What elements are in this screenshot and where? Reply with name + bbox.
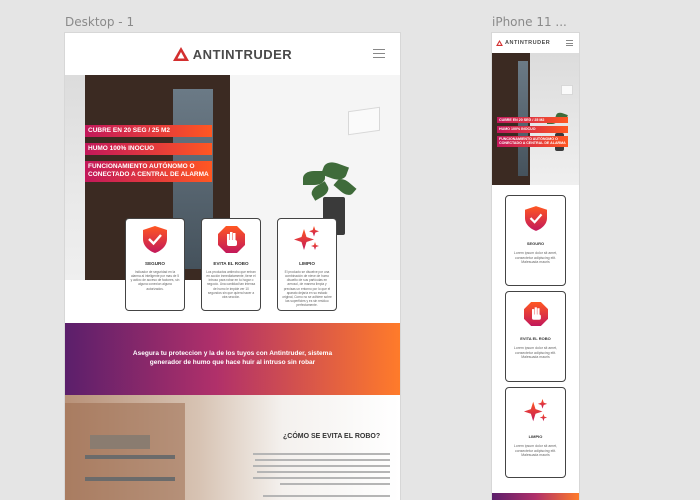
sparkle-icon <box>523 398 549 424</box>
feature-title: EVITA EL ROBO <box>213 261 249 266</box>
brand-mark-icon <box>172 47 189 61</box>
hero-tags: CUBRE EN 20 SEG / 25 M2 HUMO 100% INOCUO… <box>497 117 568 147</box>
shield-check-icon <box>143 225 167 253</box>
site-header: ANTINTRUDER <box>65 33 400 75</box>
feature-text: El producto se disuelve por una combinac… <box>282 270 332 308</box>
brick-wall <box>65 403 185 500</box>
feature-title: SEGURO <box>526 241 545 246</box>
feature-cards: SEGURO Indicador de seguridad en la alar… <box>125 218 337 311</box>
stop-hand-icon <box>523 302 548 326</box>
sparkle-icon <box>293 225 321 253</box>
mobile-banner-strip <box>492 493 579 500</box>
hero-tag: FUNCIONAMIENTO AUTÓNOMO O CONECTADO A CE… <box>85 161 212 182</box>
desktop-frame-label[interactable]: Desktop - 1 <box>65 15 134 29</box>
feature-card-evita-el-robo[interactable]: EVITA EL ROBO Los productos antirrobo qu… <box>201 218 261 311</box>
feature-text: Lorem ipsum dolor sit amet, consectetur … <box>513 444 558 458</box>
feature-title: LIMPIO <box>528 434 543 439</box>
shelf-items <box>90 435 150 449</box>
section-title: ¿CÓMO SE EVITA EL ROBO? <box>283 433 381 440</box>
text-line <box>253 465 390 467</box>
text-line <box>253 477 390 479</box>
menu-icon[interactable] <box>566 40 573 46</box>
desktop-artboard[interactable]: ANTINTRUDER CUBRE EN 20 SEG / 25 M2 HUMO… <box>65 33 400 500</box>
hero-tags: CUBRE EN 20 SEG / 25 M2 HUMO 100% INOCUO… <box>85 125 212 182</box>
iphone-frame-label[interactable]: iPhone 11 ... <box>492 15 567 29</box>
feature-text: Los productos antirrobo que entran en ac… <box>206 270 256 299</box>
text-line <box>253 453 390 455</box>
device-image <box>561 85 573 95</box>
feature-card-seguro[interactable]: SEGURO Indicador de seguridad en la alar… <box>125 218 185 311</box>
hero-image: CUBRE EN 20 SEG / 25 M2 HUMO 100% INOCUO… <box>492 53 579 185</box>
feature-text: Lorem ipsum dolor sit amet, consectetur … <box>513 346 558 360</box>
brand-mark-icon <box>496 40 503 46</box>
promo-banner: Asegura tu proteccion y la de los tuyos … <box>65 323 400 395</box>
menu-icon[interactable] <box>373 49 385 58</box>
text-line <box>280 483 390 485</box>
hero-tag: FUNCIONAMIENTO AUTÓNOMO O CONECTADO A CE… <box>497 135 568 147</box>
stop-hand-icon <box>217 225 245 253</box>
promo-banner-text: Asegura tu proteccion y la de los tuyos … <box>132 350 333 366</box>
feature-title: LIMPIO <box>299 261 315 266</box>
mobile-header: ANTINTRUDER <box>492 33 579 53</box>
text-line <box>263 495 390 497</box>
feature-card-limpio[interactable]: LIMPIO Lorem ipsum dolor sit amet, conse… <box>505 387 566 478</box>
feature-text: Lorem ipsum dolor sit amet, consectetur … <box>513 251 558 265</box>
brand-logo[interactable]: ANTINTRUDER <box>172 46 293 62</box>
feature-title: EVITA EL ROBO <box>520 336 551 341</box>
text-line <box>255 459 390 461</box>
brand-name: ANTINTRUDER <box>192 46 293 62</box>
feature-card-evita-el-robo[interactable]: EVITA EL ROBO Lorem ipsum dolor sit amet… <box>505 291 566 382</box>
device-image <box>348 106 380 136</box>
feature-card-seguro[interactable]: SEGURO Lorem ipsum dolor sit amet, conse… <box>505 195 566 286</box>
shield-check-icon <box>524 206 547 231</box>
feature-card-limpio[interactable]: LIMPIO El producto se disuelve por una c… <box>277 218 337 311</box>
hero-tag: CUBRE EN 20 SEG / 25 M2 <box>85 125 212 138</box>
text-line <box>257 471 390 473</box>
shelf <box>85 455 175 459</box>
hero-tag: CUBRE EN 20 SEG / 25 M2 <box>497 117 568 124</box>
hero-tag: HUMO 100% INOCUO <box>85 143 212 156</box>
hero-tag: HUMO 100% INOCUO <box>497 126 568 133</box>
feature-title: SEGURO <box>145 261 165 266</box>
brand-name: ANTINTRUDER <box>505 40 551 46</box>
brand-logo[interactable]: ANTINTRUDER <box>496 40 550 46</box>
shelf <box>85 477 175 481</box>
iphone-artboard[interactable]: ANTINTRUDER CUBRE EN 20 SEG / 25 M2 HUMO… <box>492 33 579 500</box>
feature-text: Indicador de seguridad en la alarma al i… <box>130 270 180 291</box>
how-it-works-section: ¿CÓMO SE EVITA EL ROBO? <box>65 395 400 500</box>
